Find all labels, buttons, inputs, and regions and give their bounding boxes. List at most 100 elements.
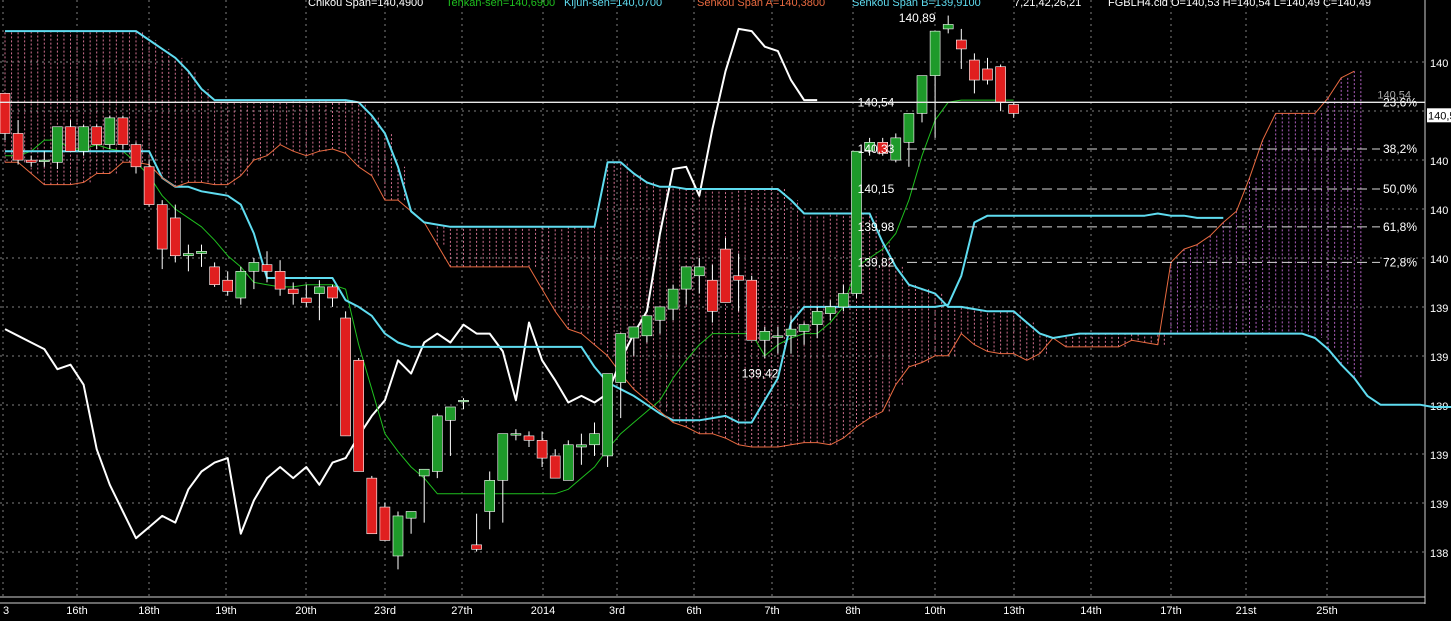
x-tick-label: 8th bbox=[845, 605, 860, 617]
y-tick-label: 140 bbox=[1430, 58, 1448, 70]
candle-bear bbox=[471, 544, 482, 550]
ichimoku-chart[interactable]: 140140140140140139139139139139138316th18… bbox=[0, 0, 1451, 621]
candle-bull bbox=[52, 126, 63, 163]
candle-bear bbox=[536, 440, 548, 459]
candle-bull bbox=[602, 373, 613, 457]
params-legend: 7,21,42,26,21 bbox=[1014, 0, 1082, 9]
candle-bull bbox=[615, 333, 627, 383]
x-tick-label: 6th bbox=[686, 605, 701, 617]
y-tick-label: 140 bbox=[1430, 205, 1448, 217]
chart-background bbox=[0, 0, 1451, 621]
candle-bear bbox=[340, 317, 351, 437]
candle-bull bbox=[929, 30, 941, 76]
candle-bull bbox=[431, 415, 443, 472]
senkou-a-legend: Senkou Span A=140,3800 bbox=[697, 0, 826, 9]
x-tick-label: 16th bbox=[66, 605, 87, 617]
candle-bear bbox=[366, 477, 378, 535]
candle-bull bbox=[562, 444, 574, 481]
candle-bull bbox=[838, 293, 849, 308]
candle-bull bbox=[104, 117, 116, 145]
x-tick-label: 7th bbox=[764, 605, 779, 617]
candle-bull bbox=[405, 511, 417, 519]
candle-bull bbox=[484, 480, 496, 512]
current-price-label: 140,5 bbox=[1428, 110, 1451, 122]
candle-bull bbox=[628, 326, 640, 339]
x-tick-label: 3rd bbox=[609, 605, 625, 617]
chart-canvas[interactable]: 140140140140140139139139139139138316th18… bbox=[0, 0, 1451, 621]
candle-bull bbox=[680, 266, 692, 290]
candle-bull bbox=[183, 253, 194, 257]
candle-bear bbox=[379, 506, 391, 541]
y-tick-label: 139 bbox=[1430, 352, 1448, 364]
price-annotation: 139,42 bbox=[742, 367, 779, 381]
candle-bear bbox=[274, 271, 286, 290]
candle-bull bbox=[314, 286, 325, 294]
x-tick-label: 14th bbox=[1080, 605, 1101, 617]
price-annotation: 140,89 bbox=[899, 11, 936, 25]
candle-bear bbox=[130, 144, 142, 168]
fib-price-label: 140,15 bbox=[858, 182, 895, 196]
x-tick-label: 25th bbox=[1316, 605, 1337, 617]
x-tick-label: 20th bbox=[295, 605, 316, 617]
x-tick-label: 10th bbox=[924, 605, 945, 617]
candle-bear bbox=[523, 435, 535, 441]
candle-bear bbox=[287, 288, 299, 294]
candle-bull bbox=[576, 444, 587, 448]
y-tick-label: 139 bbox=[1430, 303, 1448, 315]
candle-bull bbox=[458, 399, 469, 403]
candle-bull bbox=[392, 515, 404, 557]
candle-bear bbox=[0, 93, 11, 134]
x-tick-label: 27th bbox=[451, 605, 472, 617]
candle-bear bbox=[25, 159, 37, 163]
y-tick-label: 140 bbox=[1430, 156, 1448, 168]
candle-bear bbox=[143, 166, 155, 205]
candle-bear bbox=[261, 264, 273, 272]
candle-bear bbox=[65, 126, 76, 152]
candle-bear bbox=[969, 59, 980, 81]
candle-bear bbox=[982, 68, 993, 81]
chikou-legend: Chikou Span=140,4900 bbox=[308, 0, 424, 9]
ohlc-legend: FGBLH4.cld O=140,53 H=140,54 L=140,49 C=… bbox=[1108, 0, 1371, 9]
candle-bull bbox=[785, 328, 797, 337]
candle-bull bbox=[418, 468, 430, 477]
candle-bull bbox=[510, 433, 522, 436]
price-line-label: 140,54 bbox=[1377, 89, 1411, 101]
candle-bear bbox=[733, 275, 744, 281]
candle-bull bbox=[248, 262, 260, 272]
candle-bear bbox=[353, 359, 365, 472]
candle-bear bbox=[1008, 104, 1020, 114]
fib-percent-label: 61,8% bbox=[1383, 220, 1417, 234]
candle-bull bbox=[798, 324, 810, 332]
fib-percent-label: 72,8% bbox=[1383, 255, 1417, 269]
candle-bull bbox=[942, 24, 954, 30]
y-tick-label: 139 bbox=[1430, 450, 1448, 462]
candle-bull bbox=[654, 306, 666, 321]
y-tick-label: 138 bbox=[1430, 548, 1448, 560]
x-tick-label: 18th bbox=[138, 605, 159, 617]
candle-bear bbox=[209, 266, 220, 285]
x-tick-label: 13th bbox=[1003, 605, 1024, 617]
candle-bull bbox=[78, 126, 89, 152]
y-tick-label: 139 bbox=[1430, 499, 1448, 511]
fib-percent-label: 50,0% bbox=[1383, 182, 1417, 196]
candle-bull bbox=[641, 315, 653, 337]
fib-percent-label: 38,2% bbox=[1383, 142, 1417, 156]
fib-price-label: 140,33 bbox=[858, 142, 895, 156]
candle-bear bbox=[720, 248, 731, 303]
x-tick-label: 23rd bbox=[374, 605, 396, 617]
x-tick-label: 17th bbox=[1160, 605, 1181, 617]
candle-bear bbox=[300, 297, 312, 303]
senkou-b-legend: Senkou Span B=139,9100 bbox=[852, 0, 981, 9]
candle-bear bbox=[170, 217, 181, 257]
candle-bear bbox=[995, 66, 1006, 103]
candle-bull bbox=[235, 271, 247, 299]
candle-bull bbox=[38, 159, 50, 162]
candle-bear bbox=[707, 279, 718, 312]
candle-bull bbox=[903, 113, 915, 143]
candle-bull bbox=[497, 433, 509, 481]
candle-bull bbox=[667, 288, 679, 310]
fib-price-label: 139,98 bbox=[858, 220, 895, 234]
candle-bull bbox=[759, 331, 771, 341]
candle-bear bbox=[12, 133, 24, 161]
candle-bull bbox=[916, 75, 928, 114]
